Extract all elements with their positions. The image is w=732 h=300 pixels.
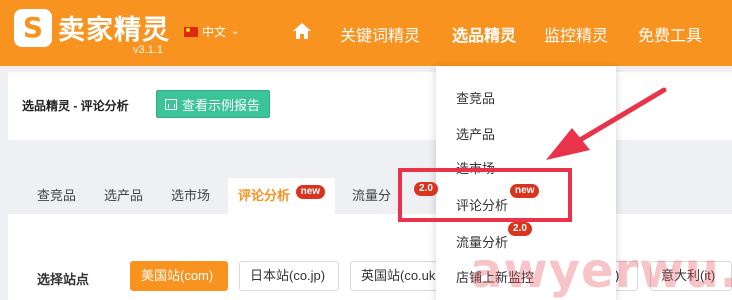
site-uk[interactable]: 英国站(co.uk <box>350 261 438 291</box>
top-header: S 卖家精灵 v3.1.1 中文 ⌄ 关键词精灵 选品精灵 监控精灵 免费工具 <box>0 0 732 66</box>
page-subheader: 选品精灵 - 评论分析 查看示例报告 <box>8 72 732 140</box>
chevron-down-icon: ⌄ <box>231 26 240 37</box>
home-icon[interactable] <box>292 21 312 41</box>
site-us[interactable]: 美国站(com) <box>130 261 228 291</box>
highlight-box <box>398 168 572 222</box>
tab-traffic-analysis[interactable]: 流量分 <box>352 178 391 214</box>
tab-product[interactable]: 选产品 <box>104 178 143 214</box>
tool-tabs: 查竞品 选产品 选市场 评论分析 new 流量分 <box>8 178 732 214</box>
brand-name[interactable]: 卖家精灵 <box>58 8 170 47</box>
breadcrumb: 选品精灵 - 评论分析 <box>22 99 129 113</box>
dropdown-item-product[interactable]: 选产品 <box>456 124 495 143</box>
language-selector[interactable]: 中文 ⌄ <box>184 23 239 40</box>
site-jp[interactable]: 日本站(co.jp) <box>239 261 339 291</box>
chart-icon <box>165 98 177 110</box>
site-label: 选择站点 <box>37 272 90 287</box>
tab-competitor[interactable]: 查竞品 <box>37 178 76 214</box>
watermark: awyerwu.com <box>470 243 732 299</box>
logo-letter: S <box>22 11 44 44</box>
version-label: v3.1.1 <box>133 44 163 56</box>
view-demo-report-button[interactable]: 查看示例报告 <box>156 90 270 118</box>
tab-review-label: 评论分析 <box>238 188 291 203</box>
dropdown-v2-badge: 2.0 <box>508 222 532 236</box>
tab-review-analysis[interactable]: 评论分析 new <box>228 178 336 214</box>
china-flag-icon <box>184 26 198 37</box>
demo-button-label: 查看示例报告 <box>182 97 261 113</box>
nav-keyword-spirit[interactable]: 关键词精灵 <box>340 22 420 46</box>
nav-free-tools[interactable]: 免费工具 <box>638 22 702 46</box>
dropdown-item-competitor[interactable]: 查竞品 <box>456 88 495 107</box>
language-label: 中文 <box>202 25 227 39</box>
tab-market[interactable]: 选市场 <box>171 178 210 214</box>
logo-icon[interactable]: S <box>14 9 52 47</box>
new-badge: new <box>295 185 326 199</box>
nav-monitor-spirit[interactable]: 监控精灵 <box>544 22 608 46</box>
nav-product-spirit[interactable]: 选品精灵 <box>452 22 516 46</box>
